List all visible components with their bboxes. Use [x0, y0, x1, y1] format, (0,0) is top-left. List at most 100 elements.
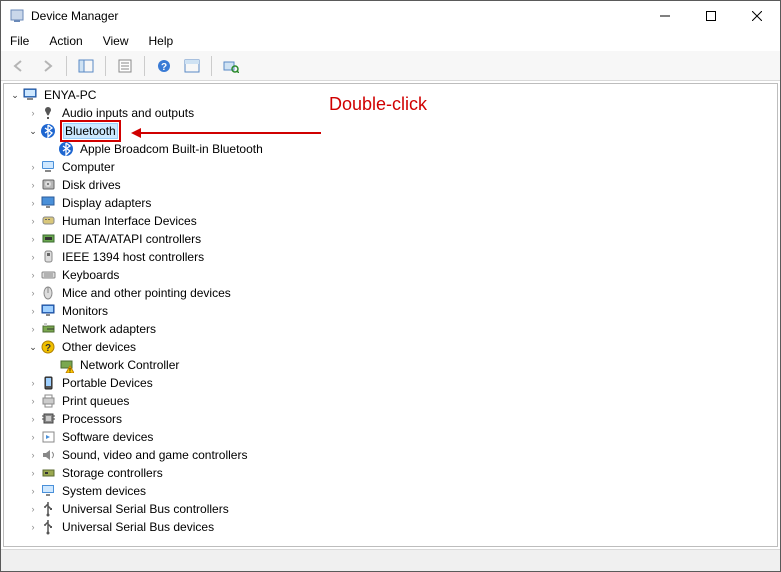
other-warn-icon: [58, 357, 75, 373]
scan-button[interactable]: [219, 54, 243, 78]
tree-view[interactable]: ⌄ ENYA-PC › Audio inputs and outputs ⌄ B…: [3, 83, 778, 547]
tree-item[interactable]: ⌄ Bluetooth: [26, 122, 777, 140]
tree-item[interactable]: › Keyboards: [26, 266, 777, 284]
tree-item[interactable]: › Mice and other pointing devices: [26, 284, 777, 302]
tree-item-label: System devices: [60, 482, 148, 500]
tree-item[interactable]: › IDE ATA/ATAPI controllers: [26, 230, 777, 248]
status-bar: [1, 549, 780, 571]
expand-arrow-icon[interactable]: ›: [26, 266, 40, 284]
expand-arrow-icon[interactable]: ›: [26, 410, 40, 428]
mouse-icon: [40, 285, 57, 301]
expand-arrow-icon[interactable]: ›: [26, 500, 40, 518]
tree-item[interactable]: › Computer: [26, 158, 777, 176]
menu-help[interactable]: Help: [146, 33, 177, 49]
portable-icon: [40, 375, 57, 391]
minimize-button[interactable]: [642, 1, 688, 31]
tree-item[interactable]: ⌄ Other devices: [26, 338, 777, 356]
tree-item-label: Universal Serial Bus devices: [60, 518, 216, 536]
expand-arrow-icon[interactable]: ›: [26, 104, 40, 122]
tree-item-label: Processors: [60, 410, 124, 428]
tree-item[interactable]: › Sound, video and game controllers: [26, 446, 777, 464]
expand-arrow-icon[interactable]: ›: [26, 230, 40, 248]
expand-arrow-icon[interactable]: ⌄: [26, 338, 40, 356]
tree-item-label: Bluetooth: [63, 123, 118, 139]
expand-arrow-icon[interactable]: ›: [26, 518, 40, 536]
menu-file[interactable]: File: [7, 33, 32, 49]
software-icon: [40, 429, 57, 445]
expand-arrow-icon[interactable]: ›: [26, 248, 40, 266]
tree-item-label: Sound, video and game controllers: [60, 446, 249, 464]
toolbar-separator: [211, 56, 212, 76]
expand-arrow-icon[interactable]: ›: [26, 158, 40, 176]
usb-icon: [40, 519, 57, 535]
expand-arrow-icon[interactable]: ›: [26, 212, 40, 230]
tree-item-label: Computer: [60, 158, 117, 176]
tree-item[interactable]: › Print queues: [26, 392, 777, 410]
expand-arrow-icon[interactable]: ›: [26, 284, 40, 302]
maximize-button[interactable]: [688, 1, 734, 31]
help-button[interactable]: ?: [152, 54, 176, 78]
tree-item[interactable]: › Monitors: [26, 302, 777, 320]
menu-action[interactable]: Action: [46, 33, 85, 49]
tree-item-label: Monitors: [60, 302, 110, 320]
svg-text:?: ?: [161, 62, 167, 73]
forward-button[interactable]: [35, 54, 59, 78]
firewire-icon: [40, 249, 57, 265]
titlebar[interactable]: Device Manager: [1, 1, 780, 31]
tree-item[interactable]: › Processors: [26, 410, 777, 428]
tree-item[interactable]: › Disk drives: [26, 176, 777, 194]
tree-item[interactable]: › Universal Serial Bus devices: [26, 518, 777, 536]
expand-arrow-icon[interactable]: ›: [26, 428, 40, 446]
network-icon: [40, 321, 57, 337]
back-button[interactable]: [7, 54, 31, 78]
expand-arrow-icon[interactable]: ›: [26, 176, 40, 194]
console-tree-button[interactable]: [74, 54, 98, 78]
expand-arrow-icon[interactable]: ⌄: [26, 122, 40, 140]
expand-arrow-icon[interactable]: ›: [26, 320, 40, 338]
tree-item[interactable]: › Human Interface Devices: [26, 212, 777, 230]
tree-item[interactable]: › Portable Devices: [26, 374, 777, 392]
tree-item-label: Storage controllers: [60, 464, 165, 482]
tree-item-label: Universal Serial Bus controllers: [60, 500, 231, 518]
expand-arrow-icon[interactable]: ›: [26, 446, 40, 464]
tree-item-label: Apple Broadcom Built-in Bluetooth: [78, 140, 265, 158]
expand-arrow-icon[interactable]: ›: [26, 194, 40, 212]
properties-button[interactable]: [113, 54, 137, 78]
tree-item[interactable]: › IEEE 1394 host controllers: [26, 248, 777, 266]
expand-arrow-icon[interactable]: ›: [26, 374, 40, 392]
tree-item[interactable]: › System devices: [26, 482, 777, 500]
cpu-icon: [40, 411, 57, 427]
expand-arrow-icon[interactable]: ›: [26, 464, 40, 482]
toolbar-separator: [66, 56, 67, 76]
menu-view[interactable]: View: [100, 33, 132, 49]
tree-item[interactable]: › Storage controllers: [26, 464, 777, 482]
expand-arrow-icon[interactable]: ›: [26, 482, 40, 500]
tree-item[interactable]: › Audio inputs and outputs: [26, 104, 777, 122]
tree-item[interactable]: Apple Broadcom Built-in Bluetooth: [44, 140, 777, 158]
tree-root[interactable]: ⌄ ENYA-PC: [8, 86, 777, 104]
expand-arrow-icon[interactable]: ⌄: [8, 86, 22, 104]
highlight-box: Bluetooth: [60, 120, 121, 142]
keyboard-icon: [40, 267, 57, 283]
computer-icon: [40, 159, 57, 175]
expand-arrow-icon[interactable]: ›: [26, 392, 40, 410]
tree-item-label: Display adapters: [60, 194, 153, 212]
tree-item-label: Mice and other pointing devices: [60, 284, 233, 302]
system-icon: [40, 483, 57, 499]
tree-item-label: Other devices: [60, 338, 138, 356]
tree-item[interactable]: › Network adapters: [26, 320, 777, 338]
window-title: Device Manager: [31, 9, 642, 23]
tree-item-label: Disk drives: [60, 176, 123, 194]
tree-item[interactable]: › Software devices: [26, 428, 777, 446]
tree-item[interactable]: › Display adapters: [26, 194, 777, 212]
tree-item-label: Keyboards: [60, 266, 121, 284]
tree-item[interactable]: Network Controller: [44, 356, 777, 374]
action-button[interactable]: [180, 54, 204, 78]
usb-icon: [40, 501, 57, 517]
toolbar-separator: [144, 56, 145, 76]
expand-arrow-icon[interactable]: ›: [26, 302, 40, 320]
tree-item[interactable]: › Universal Serial Bus controllers: [26, 500, 777, 518]
tree-item-label: Network adapters: [60, 320, 158, 338]
display-icon: [40, 195, 57, 211]
close-button[interactable]: [734, 1, 780, 31]
